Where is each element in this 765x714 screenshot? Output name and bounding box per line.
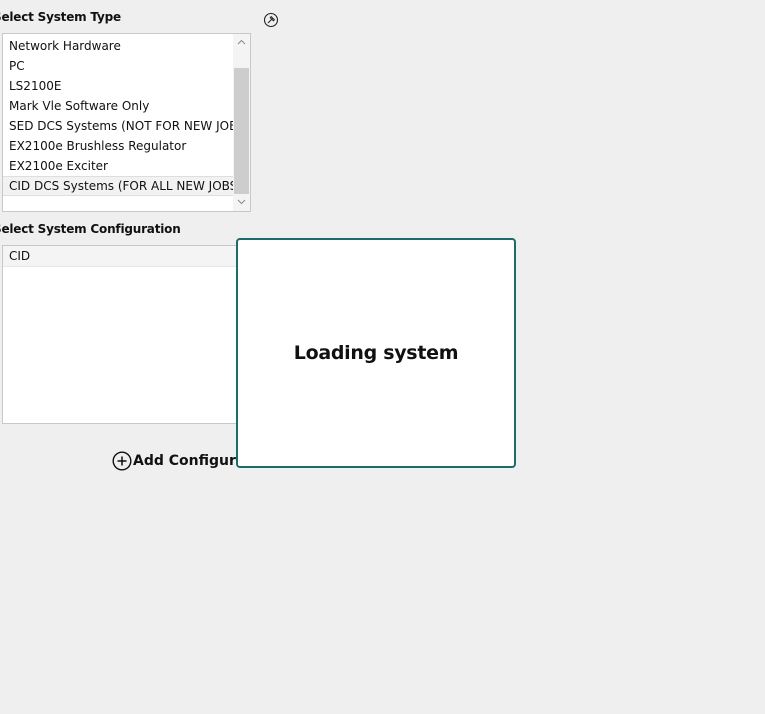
pin-icon[interactable] xyxy=(263,12,279,28)
list-item[interactable]: EX2100e Brushless Regulator xyxy=(3,136,234,156)
loading-dialog: Loading system xyxy=(236,238,516,468)
list-item[interactable]: SED DCS Systems (NOT FOR NEW JOBS) xyxy=(3,116,249,136)
list-item[interactable]: LS2100E xyxy=(3,76,234,96)
list-item-selected[interactable]: CID DCS Systems (FOR ALL NEW JOBS) xyxy=(3,176,242,196)
system-type-listbox[interactable]: Network Hardware PC LS2100E Mark Vle Sof… xyxy=(2,33,251,212)
system-configuration-list[interactable]: CID xyxy=(2,245,251,424)
system-configuration-title: Select System Configuration xyxy=(0,222,181,236)
system-type-items: Network Hardware PC LS2100E Mark Vle Sof… xyxy=(3,36,249,196)
chevron-up-icon[interactable] xyxy=(233,34,250,51)
system-type-title: Select System Type xyxy=(0,10,121,24)
app-window: Select System Type Network Hardware PC L… xyxy=(0,0,765,714)
table-row[interactable]: CID xyxy=(3,246,250,267)
list-item[interactable]: PC xyxy=(3,56,234,76)
list-item[interactable]: Mark Vle Software Only xyxy=(3,96,234,116)
loading-text: Loading system xyxy=(293,342,459,364)
chevron-down-icon[interactable] xyxy=(233,194,250,211)
list-item[interactable]: Network Hardware xyxy=(3,36,234,56)
plus-circle-icon xyxy=(112,451,132,471)
system-type-scrollbar[interactable] xyxy=(233,34,250,211)
scrollbar-thumb[interactable] xyxy=(234,68,249,194)
list-item[interactable]: EX2100e Exciter xyxy=(3,156,234,176)
